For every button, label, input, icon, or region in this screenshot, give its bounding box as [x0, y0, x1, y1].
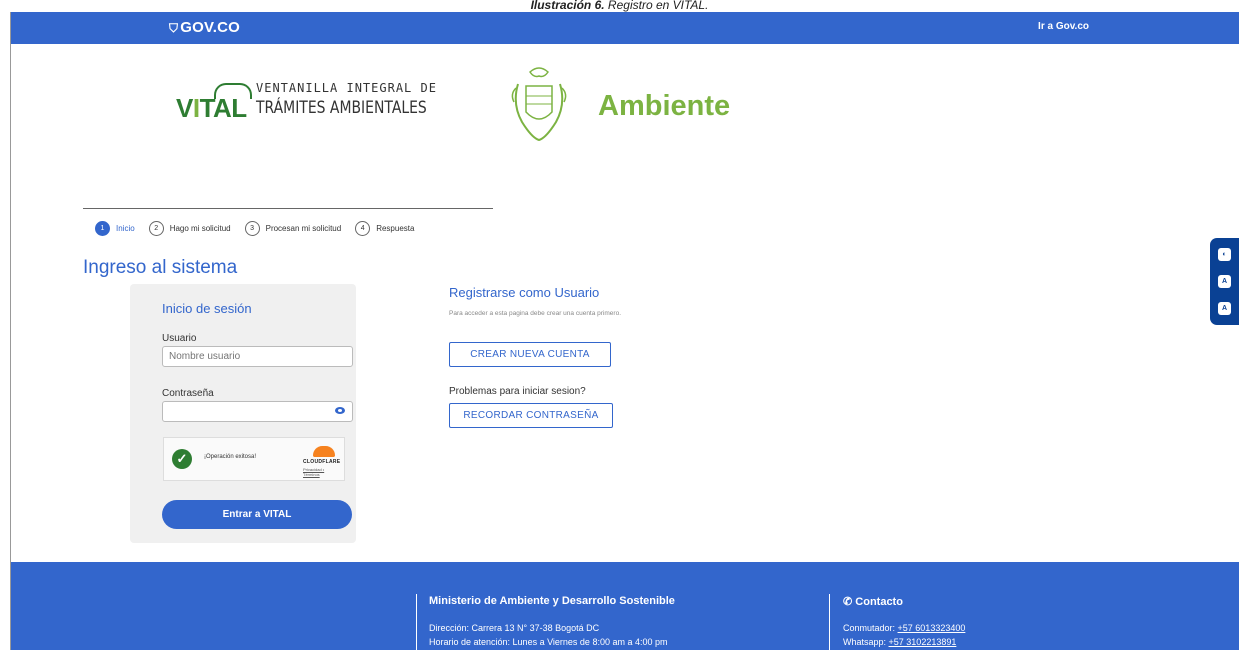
- step-number: 1: [95, 221, 110, 236]
- login-card: Inicio de sesión Usuario Contraseña ✓ ¡O…: [130, 284, 356, 543]
- cloud-icon: [313, 446, 335, 457]
- accessibility-toolbar: ◐ A A: [1210, 238, 1239, 325]
- cloudflare-logo: CLOUDFLARE Privacidad • Términos: [303, 446, 341, 477]
- cloudflare-name: CLOUDFLARE: [303, 459, 341, 465]
- font-increase-icon[interactable]: A: [1218, 302, 1231, 315]
- check-icon: ✓: [172, 449, 192, 469]
- figure-caption: Ilustración 6. Registro en VITAL.: [0, 0, 1239, 12]
- footer-divider: [829, 594, 830, 650]
- step-label: Hago mi solicitud: [169, 224, 231, 233]
- enter-vital-button[interactable]: Entrar a VITAL: [162, 500, 352, 529]
- step-label: Procesan mi solicitud: [265, 224, 342, 233]
- step-inicio: 1 Inicio: [95, 221, 135, 236]
- phone-line: Conmutador: +57 6013323400: [843, 623, 966, 633]
- password-label: Contraseña: [162, 388, 214, 399]
- login-title: Inicio de sesión: [162, 301, 252, 316]
- ministry-title: Ministerio de Ambiente y Desarrollo Sost…: [429, 595, 675, 607]
- phone-icon: ✆: [843, 596, 853, 608]
- cloudflare-captcha-widget[interactable]: ✓ ¡Operación exitosa! CLOUDFLARE Privaci…: [163, 437, 345, 481]
- captcha-status: ¡Operación exitosa!: [204, 454, 257, 460]
- eye-icon[interactable]: [335, 407, 345, 414]
- step-respuesta: 4 Respuesta: [355, 221, 414, 236]
- step-procesan-mi-solicitud: 3 Procesan mi solicitud: [244, 221, 342, 236]
- step-number: 2: [148, 221, 164, 236]
- footer: Ministerio de Ambiente y Desarrollo Sost…: [11, 562, 1239, 650]
- font-decrease-icon[interactable]: A: [1218, 275, 1231, 288]
- password-input[interactable]: [162, 401, 353, 422]
- caption-number: Ilustración 6.: [530, 0, 605, 12]
- vital-tagline-2: TRÁMITES AMBIENTALES: [256, 98, 427, 118]
- ir-a-gov-link[interactable]: Ir a Gov.co: [1038, 21, 1089, 32]
- shield-icon: ⛉: [169, 21, 179, 35]
- step-label: Inicio: [116, 224, 135, 233]
- progress-steps: 1 Inicio 2 Hago mi solicitud 3 Procesan mi …: [95, 221, 428, 236]
- whatsapp-link[interactable]: +57 3102213891: [889, 637, 957, 647]
- contrast-icon[interactable]: ◐: [1218, 248, 1231, 261]
- step-hago-mi-solicitud: 2 Hago mi solicitud: [148, 221, 231, 236]
- footer-divider: [416, 594, 417, 650]
- recover-password-button[interactable]: RECORDAR CONTRASEÑA: [449, 403, 613, 428]
- gov-co-text: GOV.CO: [180, 19, 241, 36]
- phone-link[interactable]: +57 6013323400: [898, 623, 966, 633]
- vital-wordmark: VITAL: [176, 93, 247, 123]
- step-number: 3: [244, 221, 260, 236]
- create-account-button[interactable]: CREAR NUEVA CUENTA: [449, 342, 611, 367]
- ambiente-logo[interactable]: Ambiente: [508, 64, 768, 144]
- page-title: Ingreso al sistema: [83, 257, 238, 278]
- step-label: Respuesta: [376, 224, 415, 233]
- step-number: 4: [355, 221, 371, 236]
- whatsapp-line: Whatsapp: +57 3102213891: [843, 637, 957, 647]
- captcha-links[interactable]: Privacidad • Términos: [303, 467, 341, 477]
- gov-co-logo[interactable]: ⛉ GOV.CO: [169, 19, 240, 36]
- browser-page: ⛉ GOV.CO Ir a Gov.co VITAL VENTANILLA INT…: [10, 12, 1239, 650]
- login-problems-text: Problemas para iniciar sesion?: [449, 386, 586, 397]
- register-title: Registrarse como Usuario: [449, 285, 600, 300]
- username-input[interactable]: [162, 346, 353, 367]
- gov-header-bar: ⛉ GOV.CO Ir a Gov.co: [11, 12, 1239, 44]
- ambiente-wordmark: Ambiente: [598, 90, 731, 122]
- ministry-address: Dirección: Carrera 13 N° 37-38 Bogotá DC: [429, 623, 600, 633]
- caption-text: Registro en VITAL.: [604, 0, 709, 12]
- coat-of-arms-icon: [511, 67, 567, 142]
- register-subtitle: Para acceder a esta pagina debe crear un…: [449, 310, 621, 317]
- ministry-hours: Horario de atención: Lunes a Viernes de …: [429, 637, 668, 647]
- vital-tagline-1: VENTANILLA INTEGRAL DE: [256, 81, 437, 95]
- steps-divider: [83, 208, 493, 209]
- vital-logo[interactable]: VITAL VENTANILLA INTEGRAL DE TRÁMITES AM…: [176, 77, 466, 123]
- contact-title: ✆ Contacto: [843, 596, 903, 608]
- username-label: Usuario: [162, 333, 197, 344]
